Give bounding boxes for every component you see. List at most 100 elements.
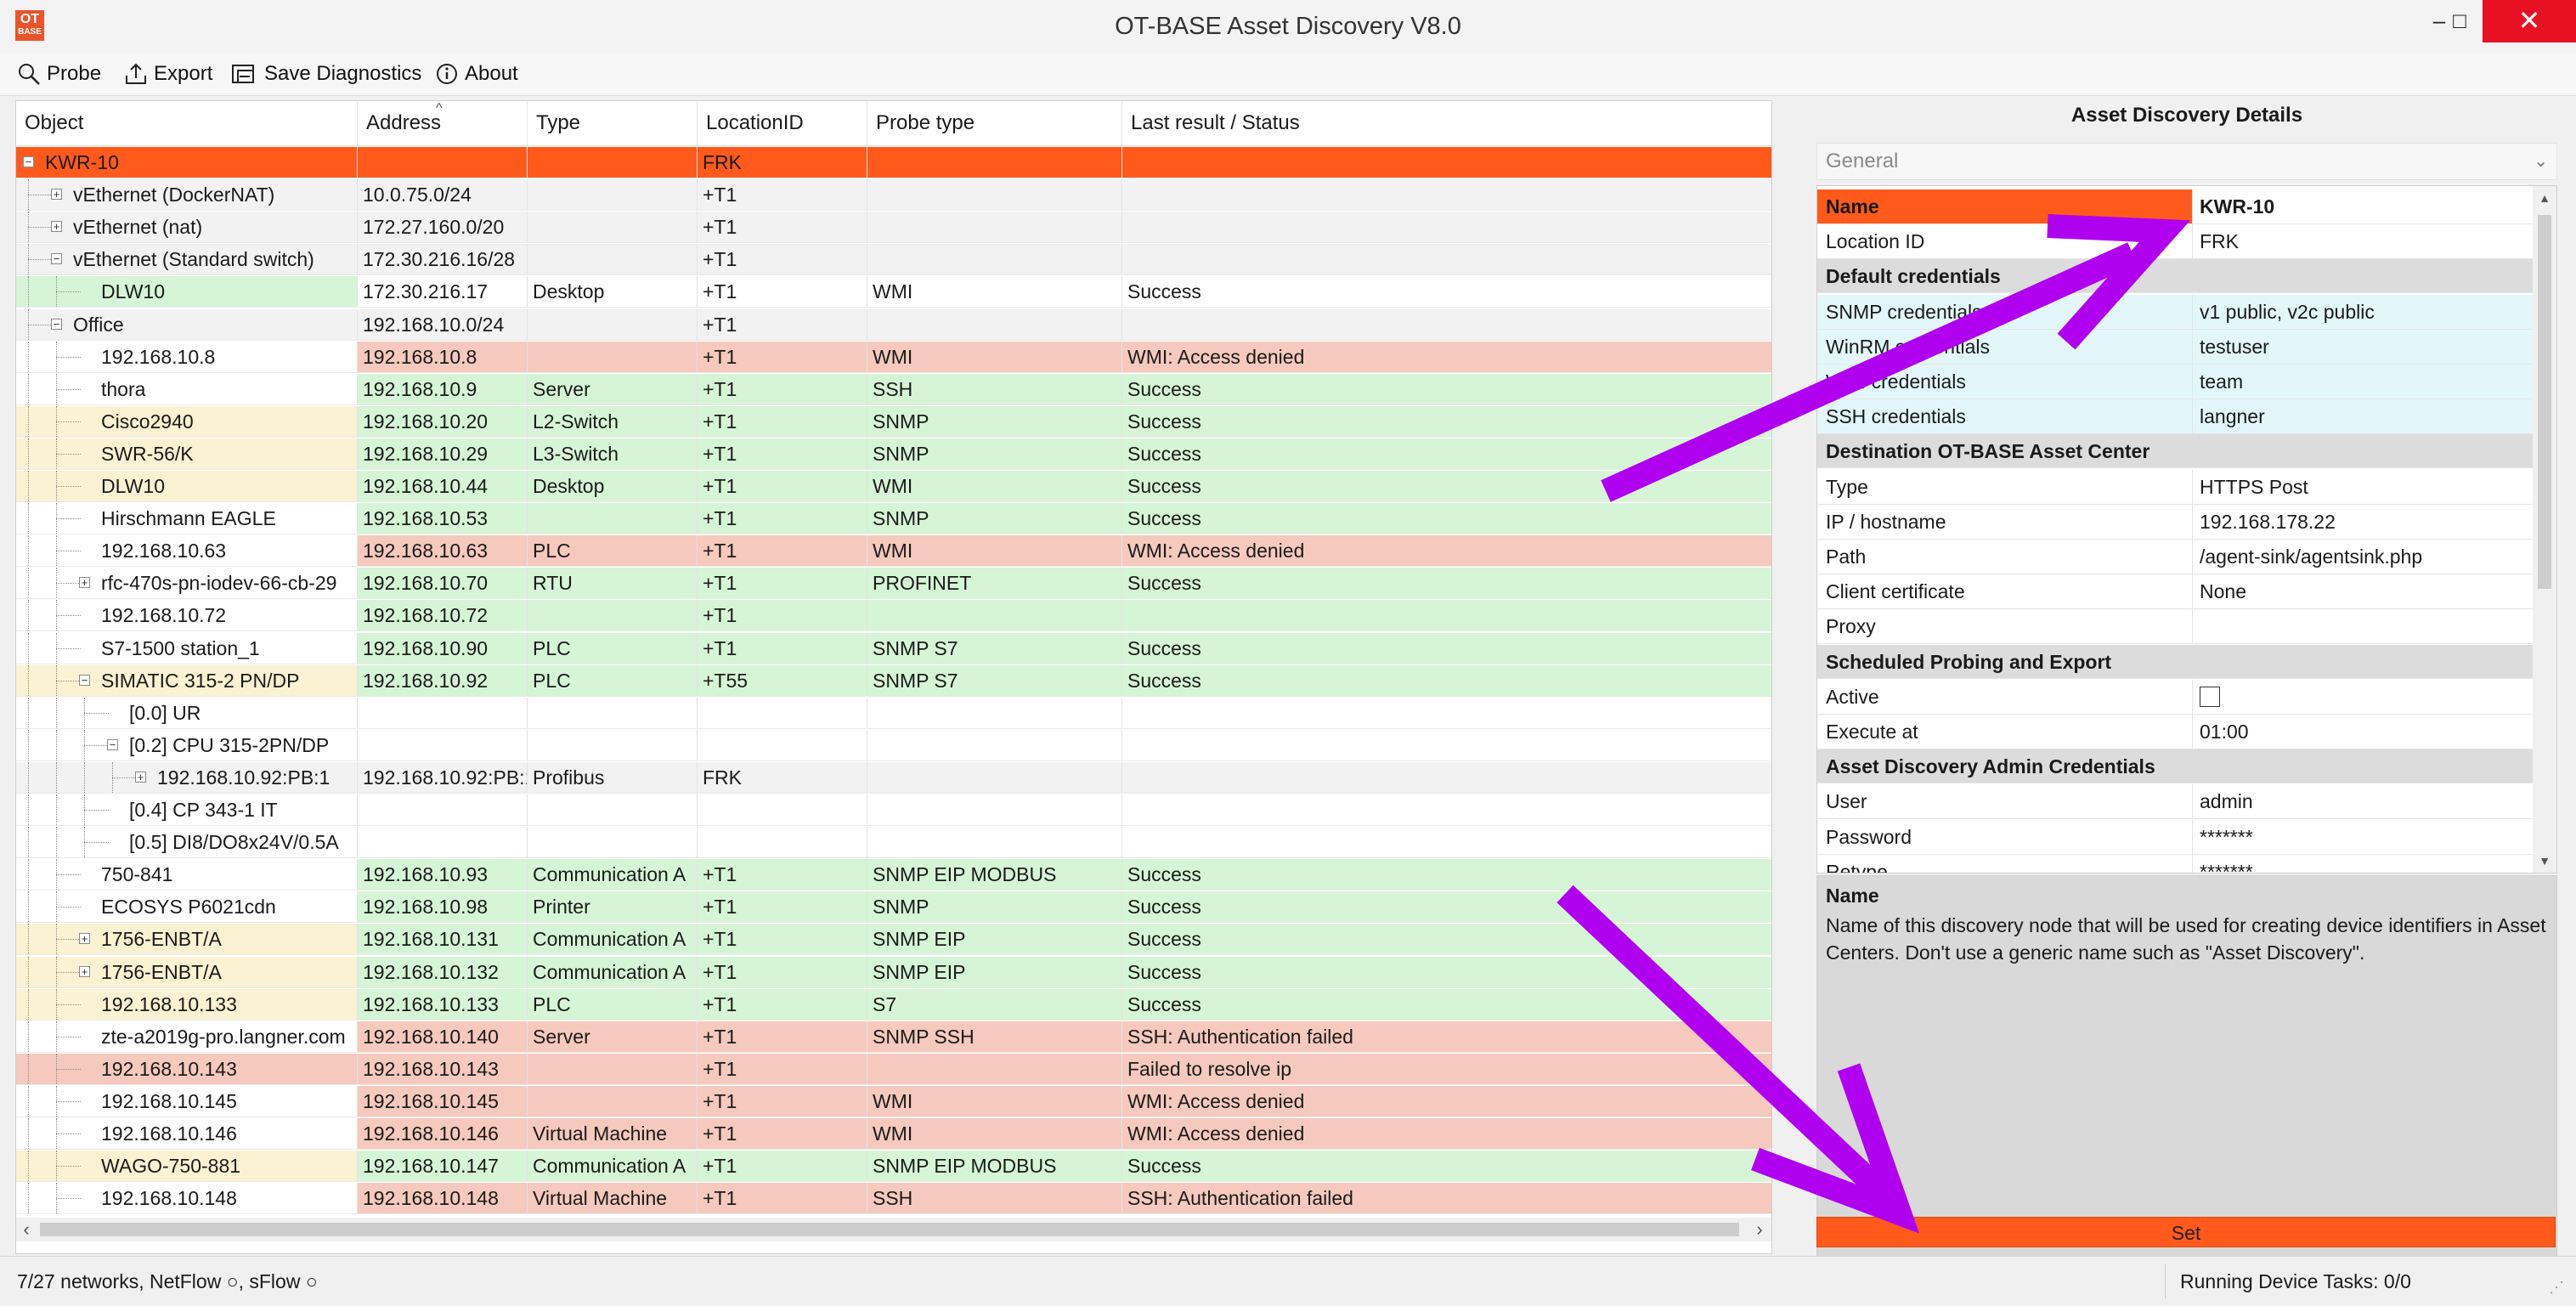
property-scrollbar[interactable]: ▲ ▼	[2533, 186, 2556, 873]
property-value[interactable]: *******	[2193, 820, 2533, 854]
table-row[interactable]: +1756-ENBT/A 192.168.10.131 Communication …	[16, 924, 1771, 956]
table-row[interactable]: Hirschmann EAGLE 192.168.10.53 +T1 SNMP Succ…	[16, 503, 1771, 535]
table-row[interactable]: − vEthernet (Standard switch) 172.30.216.1…	[16, 244, 1771, 276]
column-address[interactable]: Address	[358, 101, 528, 145]
probe-button[interactable]: Probe	[17, 59, 101, 88]
property-value[interactable]	[2193, 609, 2533, 643]
category-select[interactable]: General ⌄	[1816, 143, 2557, 180]
property-row[interactable]: Proxy	[1817, 609, 2533, 645]
table-row[interactable]: 750-841 192.168.10.93 Communication A +T1 SN…	[16, 859, 1771, 891]
table-row[interactable]: − [0.2] CPU 315-2PN/DP	[16, 729, 1771, 762]
property-row[interactable]: User admin	[1817, 784, 2533, 820]
export-button[interactable]: Export	[124, 59, 212, 88]
table-row[interactable]: [0.4] CP 343-1 IT	[16, 794, 1771, 827]
property-row[interactable]: IP / hostname 192.168.178.22	[1817, 504, 2533, 540]
about-button[interactable]: About	[435, 59, 518, 88]
property-value[interactable]: *******	[2193, 855, 2533, 873]
table-row[interactable]: [0.0] UR	[16, 697, 1771, 730]
hscroll-thumb[interactable]	[40, 1223, 1739, 1236]
expand-icon[interactable]: +	[79, 965, 90, 977]
table-row[interactable]: +1756-ENBT/A 192.168.10.132 Communication …	[16, 956, 1771, 989]
property-row[interactable]: SSH credentials langner	[1817, 399, 2533, 435]
property-value[interactable]: 01:00	[2193, 715, 2533, 749]
close-button[interactable]: ✕	[2483, 0, 2576, 42]
property-row[interactable]: Name KWR-10	[1817, 189, 2533, 224]
property-category[interactable]: Destination OT-BASE Asset Center	[1817, 434, 2533, 469]
property-row[interactable]: SNMP credentials v1 public, v2c public	[1817, 294, 2533, 330]
expand-icon[interactable]: +	[51, 189, 62, 201]
property-row[interactable]: Retype *******	[1817, 854, 2533, 873]
property-value[interactable]: v1 public, v2c public	[2193, 294, 2533, 329]
property-category[interactable]: Default credentials	[1817, 259, 2533, 294]
table-row[interactable]: − SIMATIC 315-2 PN/DP 192.168.10.92 PLC +T55…	[16, 664, 1771, 698]
column-type[interactable]: Type	[528, 101, 698, 145]
property-value[interactable]: None	[2193, 574, 2533, 608]
scroll-thumb[interactable]	[2538, 215, 2551, 589]
collapse-icon[interactable]: −	[79, 674, 90, 686]
property-value[interactable]	[2193, 680, 2533, 714]
property-value[interactable]: team	[2193, 365, 2533, 399]
property-category[interactable]: Scheduled Probing and Export	[1817, 644, 2533, 679]
grid-horizontal-scrollbar[interactable]: ‹ ›	[16, 1218, 1771, 1241]
set-button[interactable]: Set	[1816, 1217, 2556, 1247]
property-row[interactable]: Execute at 01:00	[1817, 715, 2533, 749]
grid-vertical-scrollbar[interactable]: ▲ ▼	[1771, 147, 1772, 1218]
table-row[interactable]: SWR-56/K 192.168.10.29 L3-Switch +T1 SNMP Suc…	[16, 438, 1771, 471]
table-row[interactable]: ECOSYS P6021cdn 192.168.10.98 Printer +T1 SN…	[16, 891, 1771, 924]
property-value[interactable]: HTTPS Post	[2193, 470, 2533, 504]
collapse-icon[interactable]: −	[51, 253, 62, 265]
table-row[interactable]: WAGO-750-881 192.168.10.147 Communication …	[16, 1151, 1771, 1183]
column-last-result[interactable]: Last result / Status	[1122, 101, 1771, 145]
property-row[interactable]: Location ID FRK	[1817, 224, 2533, 260]
property-value[interactable]: FRK	[2193, 224, 2533, 258]
table-row[interactable]: 192.168.10.63 192.168.10.63 PLC +T1 WMI WMI: …	[16, 535, 1771, 568]
table-row[interactable]: 192.168.10.133 192.168.10.133 PLC +T1 S7 Succ…	[16, 988, 1771, 1021]
expand-icon[interactable]: +	[79, 577, 90, 589]
table-row[interactable]: + vEthernet (nat) 172.27.160.0/20 +T1	[16, 212, 1771, 244]
table-row[interactable]: 192.168.10.143 192.168.10.143 +T1 Failed to…	[16, 1053, 1771, 1086]
scroll-down-icon[interactable]: ▼	[2533, 849, 2556, 873]
property-row[interactable]: WinRM credentials testuser	[1817, 329, 2533, 365]
active-checkbox[interactable]	[2200, 687, 2220, 708]
expand-icon[interactable]: +	[135, 771, 146, 783]
table-row[interactable]: [0.5] DI8/DO8x24V/0.5A	[16, 827, 1771, 859]
property-value[interactable]: admin	[2193, 784, 2533, 818]
property-row[interactable]: Type HTTPS Post	[1817, 469, 2533, 505]
expand-icon[interactable]: +	[51, 221, 62, 233]
scroll-right-icon[interactable]: ›	[1749, 1218, 1770, 1241]
expand-icon[interactable]: +	[79, 933, 90, 945]
column-probe-type[interactable]: Probe type	[867, 101, 1122, 145]
table-row[interactable]: +192.168.10.92:PB:1 192.168.10.92:PB:1 Pro…	[16, 761, 1771, 794]
table-row[interactable]: DLW10 192.168.10.44 Desktop +T1 WMI Success	[16, 471, 1771, 503]
property-value[interactable]: testuser	[2193, 329, 2533, 364]
property-row[interactable]: WMI credentials team	[1817, 365, 2533, 399]
table-row[interactable]: − Office 192.168.10.0/24 +T1	[16, 308, 1771, 342]
table-row[interactable]: Cisco2940 192.168.10.20 L2-Switch +T1 SNMP Su…	[16, 405, 1771, 438]
table-row[interactable]: 192.168.10.8 192.168.10.8 +T1 WMI WMI: Acces…	[16, 341, 1771, 374]
property-row[interactable]: Path/agent-sink/agentsink.php	[1817, 540, 2533, 574]
table-row[interactable]: + vEthernet (DockerNAT) 10.0.75.0/24 +T1	[16, 179, 1771, 212]
maximize-button[interactable]: □	[2435, 0, 2484, 42]
scroll-up-icon[interactable]: ▲	[1771, 147, 1772, 166]
resize-grip-icon[interactable]: ⋰	[2549, 1279, 2564, 1297]
table-row[interactable]: 192.168.10.148 192.168.10.148 Virtual Mach…	[16, 1183, 1771, 1215]
column-object[interactable]: Object	[16, 101, 358, 145]
table-row[interactable]: thora 192.168.10.9 Server +T1 SSH Success	[16, 373, 1771, 406]
property-value[interactable]: KWR-10	[2193, 189, 2533, 223]
collapse-icon[interactable]: −	[23, 156, 34, 167]
scroll-up-icon[interactable]: ▲	[2533, 186, 2556, 210]
collapse-icon[interactable]: −	[107, 738, 118, 750]
property-row[interactable]: Client certificate None	[1817, 574, 2533, 610]
table-row[interactable]: − KWR-10 FRK	[16, 147, 1771, 179]
save-diagnostics-button[interactable]: Save Diagnostics	[231, 59, 421, 88]
property-value[interactable]: /agent-sink/agentsink.php	[2193, 540, 2533, 574]
table-row[interactable]: 192.168.10.72 192.168.10.72 +T1	[16, 600, 1771, 632]
table-row[interactable]: zte-a2019g-pro.langner.com 192.168.10.140…	[16, 1020, 1771, 1054]
scroll-down-icon[interactable]: ▼	[1771, 1199, 1772, 1218]
property-value[interactable]: 192.168.178.22	[2193, 505, 2533, 539]
property-row[interactable]: Active	[1817, 679, 2533, 715]
table-row[interactable]: + rfc-470s-pn-iodev-66-cb-29 192.168.10.70…	[16, 568, 1771, 600]
property-row[interactable]: Password *******	[1817, 819, 2533, 855]
column-location-id[interactable]: LocationID	[698, 101, 867, 145]
property-value[interactable]: langner	[2193, 399, 2533, 434]
